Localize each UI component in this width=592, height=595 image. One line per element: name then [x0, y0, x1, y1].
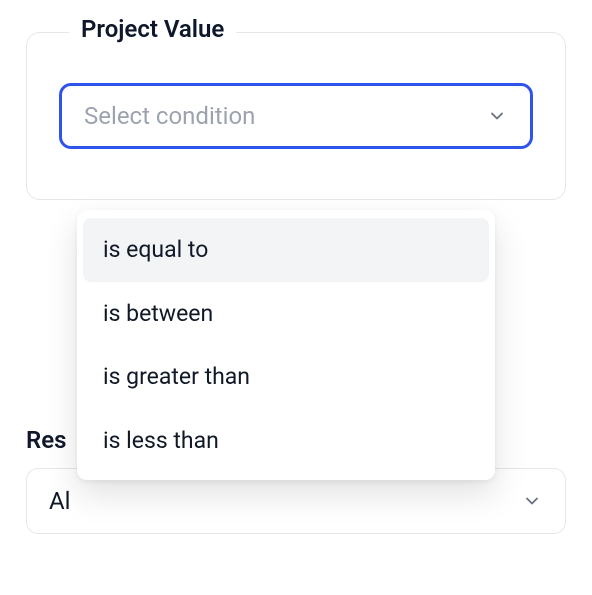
condition-option[interactable]: is less than	[83, 409, 489, 473]
condition-option[interactable]: is equal to	[83, 218, 489, 282]
condition-option[interactable]: is greater than	[83, 345, 489, 409]
condition-option[interactable]: is between	[83, 282, 489, 346]
chevron-down-icon	[486, 105, 508, 127]
chevron-down-icon	[521, 490, 543, 512]
condition-dropdown: is equal to is between is greater than i…	[77, 210, 495, 480]
lower-section-label: Res	[26, 426, 67, 454]
project-value-legend: Project Value	[69, 15, 236, 43]
lower-select-value: Al	[49, 487, 71, 515]
condition-select-trigger[interactable]: Select condition	[59, 83, 533, 149]
condition-select-placeholder: Select condition	[84, 102, 255, 130]
project-value-fieldset: Project Value Select condition	[26, 32, 566, 200]
